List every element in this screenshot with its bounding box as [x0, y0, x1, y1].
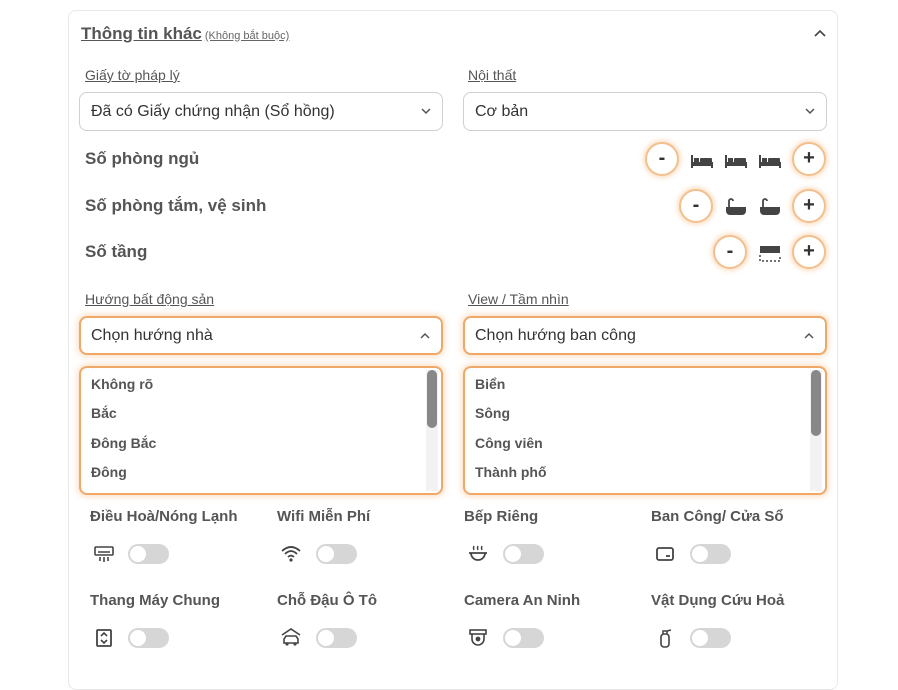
other-info-card: Thông tin khác (Không bắt buộc) Giấy tờ p…	[68, 10, 838, 690]
floors-increment-button[interactable]: +	[792, 235, 826, 269]
direction-option[interactable]: Bắc	[91, 405, 117, 421]
parking-toggle[interactable]	[316, 628, 357, 648]
scrollbar-thumb[interactable]	[811, 370, 821, 436]
bathrooms-label: Số phòng tắm, vệ sinh	[85, 196, 267, 215]
bathrooms-increment-button[interactable]: +	[792, 189, 826, 223]
amenity-label-parking: Chỗ Đậu Ô Tô	[277, 592, 377, 609]
bathrooms-decrement-button[interactable]: -	[679, 189, 713, 223]
bathtub-icon	[760, 198, 780, 215]
view-label: View / Tầm nhìn	[468, 291, 569, 307]
balcony-toggle[interactable]	[690, 544, 731, 564]
view-select[interactable]: Chọn hướng ban công	[463, 316, 827, 355]
kitchen-toggle[interactable]	[503, 544, 544, 564]
wifi-toggle[interactable]	[316, 544, 357, 564]
direction-select[interactable]: Chọn hướng nhà	[79, 316, 443, 355]
air-conditioner-icon	[94, 546, 114, 562]
view-option[interactable]: Công viên	[475, 435, 543, 451]
chevron-up-icon	[420, 332, 430, 339]
direction-placeholder: Chọn hướng nhà	[91, 327, 213, 344]
direction-option[interactable]: Đông Bắc	[91, 435, 156, 451]
security-camera-icon	[469, 629, 487, 646]
amenity-label-wifi: Wifi Miễn Phí	[277, 508, 371, 525]
car-parking-icon	[281, 628, 301, 646]
optional-note: (Không bắt buộc)	[204, 30, 290, 42]
chevron-up-icon	[804, 332, 814, 339]
elevator-icon	[96, 629, 112, 647]
floors-decrement-button[interactable]: -	[713, 235, 747, 269]
direction-option[interactable]: Đông	[91, 464, 127, 480]
scrollbar-thumb[interactable]	[427, 370, 437, 428]
camera-toggle[interactable]	[503, 628, 544, 648]
furniture-value: Cơ bản	[475, 103, 529, 120]
kitchen-pot-icon	[469, 545, 487, 561]
view-option[interactable]: Thành phố	[475, 464, 547, 480]
legal-docs-value: Đã có Giấy chứng nhận (Sổ hồng)	[91, 103, 335, 120]
furniture-select[interactable]: Cơ bản	[463, 92, 827, 131]
chevron-up-icon[interactable]	[811, 25, 829, 43]
amenity-label-fire-equipment: Vật Dụng Cứu Hoả	[651, 592, 785, 609]
view-options-list[interactable]: Biển Sông Công viên Thành phố	[463, 366, 827, 495]
bedrooms-label: Số phòng ngủ	[85, 149, 200, 168]
view-placeholder: Chọn hướng ban công	[475, 327, 636, 344]
section-title-text: Thông tin khác	[81, 24, 202, 43]
view-option[interactable]: Biển	[475, 376, 505, 392]
amenity-label-elevator: Thang Máy Chung	[90, 592, 220, 609]
bed-icon	[725, 155, 747, 168]
bathtub-icon	[726, 198, 746, 215]
fire-extinguisher-icon	[660, 629, 672, 648]
view-option[interactable]: Sông	[475, 405, 510, 421]
legal-docs-label: Giấy tờ pháp lý	[85, 67, 180, 83]
bedrooms-increment-button[interactable]: +	[792, 142, 826, 176]
window-icon	[656, 547, 674, 561]
air-conditioner-toggle[interactable]	[128, 544, 169, 564]
fire-equipment-toggle[interactable]	[690, 628, 731, 648]
floors-label: Số tầng	[85, 242, 148, 261]
bedrooms-decrement-button[interactable]: -	[645, 142, 679, 176]
amenity-label-air-conditioner: Điều Hoà/Nóng Lạnh	[90, 508, 238, 525]
direction-label: Hướng bất động sản	[85, 291, 215, 307]
direction-option[interactable]: Không rõ	[91, 376, 153, 392]
amenity-label-kitchen: Bếp Riêng	[464, 508, 539, 525]
chevron-down-icon	[805, 108, 815, 115]
floor-icon	[759, 246, 781, 262]
amenity-label-balcony: Ban Công/ Cửa Sổ	[651, 508, 784, 525]
wifi-icon	[281, 546, 301, 562]
direction-options-list[interactable]: Không rõ Bắc Đông Bắc Đông	[79, 366, 443, 495]
bed-icon	[691, 155, 713, 168]
legal-docs-select[interactable]: Đã có Giấy chứng nhận (Sổ hồng)	[79, 92, 443, 131]
bed-icon	[759, 155, 781, 168]
furniture-label: Nội thất	[468, 67, 517, 83]
section-title: Thông tin khác (Không bắt buộc)	[81, 24, 289, 44]
chevron-down-icon	[421, 108, 431, 115]
elevator-toggle[interactable]	[128, 628, 169, 648]
amenity-label-camera: Camera An Ninh	[464, 592, 581, 609]
